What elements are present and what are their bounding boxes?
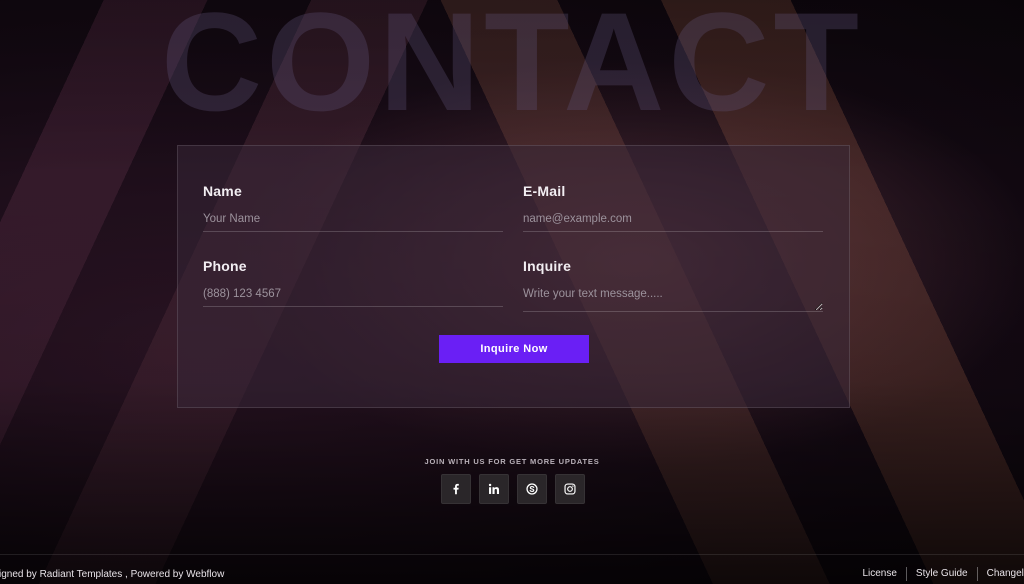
skype-icon [526, 483, 538, 495]
name-field-group: Name [203, 183, 503, 232]
name-input[interactable] [203, 213, 503, 232]
inquire-now-button[interactable]: Inquire Now [439, 335, 589, 363]
social-heading: JOIN WITH US FOR GET MORE UPDATES [424, 457, 600, 466]
phone-input[interactable] [203, 288, 503, 307]
social-links [441, 474, 585, 504]
facebook-icon [453, 483, 459, 495]
linkedin-icon [488, 483, 500, 494]
inquire-label: Inquire [523, 258, 572, 274]
phone-label: Phone [203, 258, 247, 274]
contact-form: Name E-Mail Phone Inquire Inquire Now [177, 145, 850, 408]
hero-title: CONTACT [161, 0, 863, 140]
email-field-group: E-Mail [523, 183, 823, 232]
style-guide-link[interactable]: Style Guide [905, 567, 977, 581]
inquire-textarea[interactable] [523, 288, 823, 312]
inquire-field-group: Inquire [523, 258, 823, 312]
email-input[interactable] [523, 213, 823, 232]
footer-divider [0, 554, 1024, 555]
footer-credits: signed by Radiant Templates , Powered by… [0, 569, 225, 580]
phone-field-group: Phone [203, 258, 503, 307]
name-label: Name [203, 183, 242, 199]
instagram-icon [564, 483, 576, 495]
license-link[interactable]: License [853, 567, 905, 581]
footer-links: License Style Guide Changelog [853, 567, 1024, 581]
email-label: E-Mail [523, 183, 566, 199]
linkedin-button[interactable] [479, 474, 509, 504]
changelog-link[interactable]: Changelog [976, 567, 1024, 581]
facebook-button[interactable] [441, 474, 471, 504]
skype-button[interactable] [517, 474, 547, 504]
instagram-button[interactable] [555, 474, 585, 504]
